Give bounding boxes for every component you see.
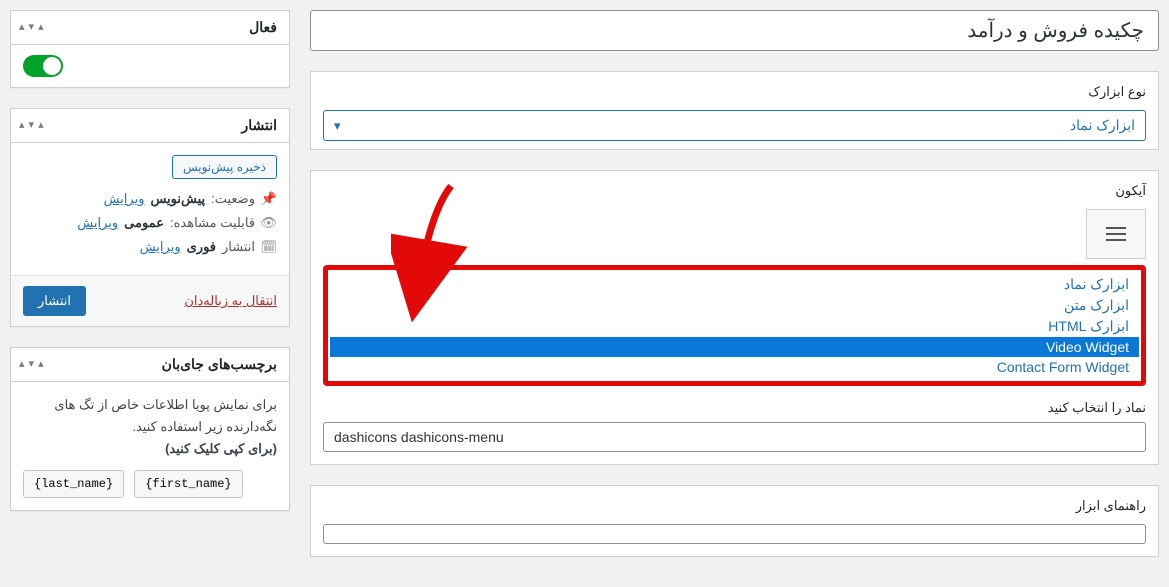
active-toggle[interactable]: [23, 55, 63, 77]
calendar-icon: 🗓: [261, 239, 277, 255]
guide-heading: راهنمای ابزار: [323, 498, 1146, 514]
placeholder-tag[interactable]: {first_name}: [134, 470, 242, 498]
icon-section: آیکون ابزارک نماد ابزارک متن ابزارک HTML…: [310, 170, 1159, 465]
dropdown-option[interactable]: ابزارک HTML: [330, 316, 1139, 337]
pin-icon: 📌: [261, 191, 277, 207]
move-up-icon[interactable]: ▴: [36, 18, 46, 37]
title-field-wrapper: [310, 10, 1159, 51]
icon-preview: [1086, 209, 1146, 259]
move-up-icon[interactable]: ▴: [36, 355, 46, 374]
widget-title-input[interactable]: [310, 10, 1159, 51]
move-down-icon[interactable]: ▾: [27, 18, 37, 37]
guide-section: راهنمای ابزار: [310, 485, 1159, 557]
widget-type-selected: ابزارک نماد: [1070, 117, 1135, 134]
visibility-row: 👁 قابلیت مشاهده: عمومی ویرایش: [23, 215, 277, 231]
move-up-icon[interactable]: ▴: [36, 116, 46, 135]
edit-visibility-link[interactable]: ویرایش: [77, 215, 118, 231]
placeholders-postbox: برچسب‌های جای‌بان ▴ ▾ ▴ برای نمایش پویا …: [10, 347, 290, 511]
icon-field-input[interactable]: [323, 422, 1146, 452]
active-postbox: فعال ▴ ▾ ▴: [10, 10, 290, 88]
dropdown-option[interactable]: ابزارک نماد: [330, 274, 1139, 295]
dropdown-option[interactable]: Contact Form Widget: [330, 357, 1139, 377]
toggle-collapse-icon[interactable]: ▴: [17, 116, 27, 135]
edit-schedule-link[interactable]: ویرایش: [140, 239, 181, 255]
save-draft-button[interactable]: ذخیره پیش‌نویس: [172, 155, 277, 179]
menu-icon: [1106, 227, 1126, 241]
widget-type-select[interactable]: ابزارک نماد ▾: [323, 110, 1146, 141]
trash-link[interactable]: انتقال به زباله‌دان: [184, 293, 277, 309]
icon-field-label: نماد را انتخاب کنید: [323, 400, 1146, 416]
toggle-collapse-icon[interactable]: ▴: [17, 18, 27, 37]
placeholder-tag[interactable]: {last_name}: [23, 470, 124, 498]
guide-input[interactable]: [323, 524, 1146, 544]
move-down-icon[interactable]: ▾: [27, 355, 37, 374]
placeholders-heading: برچسب‌های جای‌بان: [150, 348, 289, 381]
active-heading: فعال: [237, 11, 289, 44]
schedule-row: 🗓 انتشار فوری ویرایش: [23, 239, 277, 255]
publish-button[interactable]: انتشار: [23, 286, 86, 316]
icon-section-heading: آیکون: [323, 183, 1146, 199]
widget-type-dropdown-list: ابزارک نماد ابزارک متن ابزارک HTML Video…: [330, 274, 1139, 377]
widget-type-section: نوع ابزارک ابزارک نماد ▾: [310, 71, 1159, 150]
placeholders-help: برای نمایش پویا اطلاعات خاص از تگ های نگ…: [23, 394, 277, 460]
widget-type-label: نوع ابزارک: [323, 84, 1146, 100]
publish-heading: انتشار: [229, 109, 289, 142]
publish-postbox: انتشار ▴ ▾ ▴ ذخیره پیش‌نویس 📌 وضعیت: پیش…: [10, 108, 290, 327]
toggle-collapse-icon[interactable]: ▴: [17, 355, 27, 374]
eye-icon: 👁: [261, 215, 277, 231]
dropdown-option[interactable]: Video Widget: [330, 337, 1139, 357]
move-down-icon[interactable]: ▾: [27, 116, 37, 135]
edit-status-link[interactable]: ویرایش: [104, 191, 145, 207]
status-row: 📌 وضعیت: پیش‌نویس ویرایش: [23, 191, 277, 207]
chevron-down-icon: ▾: [334, 118, 341, 134]
dropdown-option[interactable]: ابزارک متن: [330, 295, 1139, 316]
